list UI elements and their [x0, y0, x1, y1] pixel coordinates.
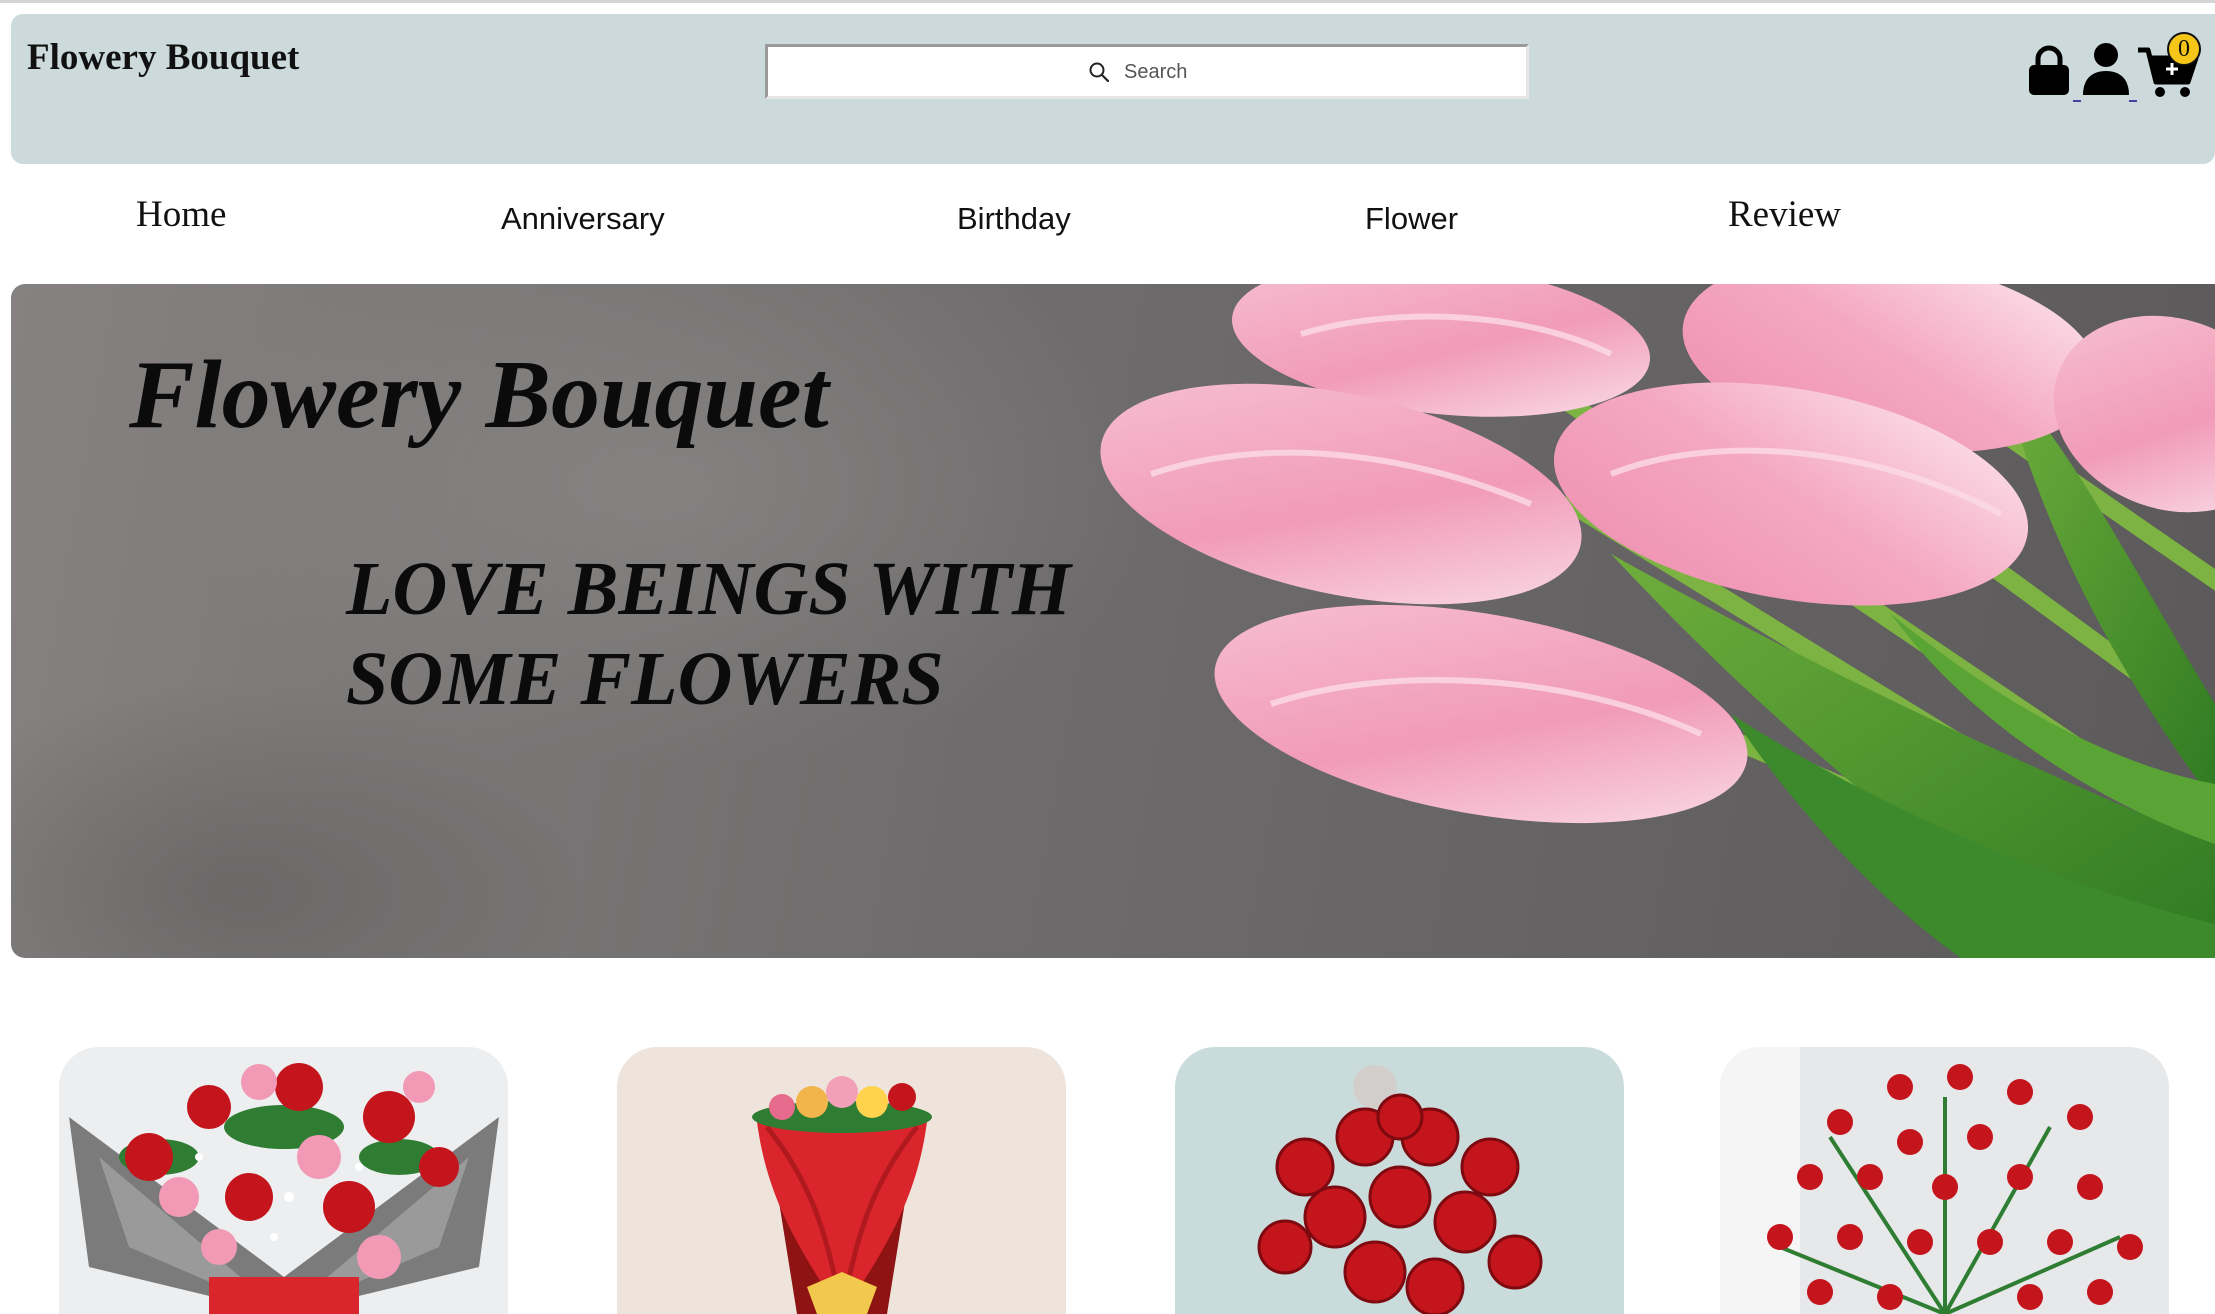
nav-birthday[interactable]: Birthday: [957, 201, 1071, 237]
nav-anniversary[interactable]: Anniversary: [501, 201, 665, 237]
search-input[interactable]: [1124, 57, 1424, 87]
lock-icon[interactable]: [2026, 44, 2072, 96]
brand-logo[interactable]: Flowery Bouquet: [27, 36, 299, 79]
link-underline: [2129, 100, 2137, 102]
product-card-mixed-roses[interactable]: [59, 1047, 508, 1314]
product-card-red-wrap[interactable]: [617, 1047, 1066, 1314]
site-header: Flowery Bouquet 0: [11, 14, 2215, 164]
hero-banner: Flowery Bouquet LOVE BEINGS WITH SOME FL…: [11, 284, 2215, 958]
red-wrapped-bouquet-image: [752, 1076, 932, 1314]
nav-review[interactable]: Review: [1728, 193, 1841, 236]
hero-tagline-line-1: LOVE BEINGS WITH: [346, 547, 1072, 631]
nav-home[interactable]: Home: [136, 193, 226, 236]
product-card-red-roses[interactable]: [1175, 1047, 1624, 1314]
search-box[interactable]: [765, 44, 1529, 99]
nav-flower[interactable]: Flower: [1365, 201, 1458, 237]
cart-count-badge: 0: [2167, 32, 2201, 66]
mixed-rose-bouquet-image: [69, 1063, 499, 1314]
rose-arrangement-image: [1720, 1047, 2143, 1314]
hero-tagline: LOVE BEINGS WITH SOME FLOWERS: [346, 544, 1071, 724]
product-card-rose-arrangement[interactable]: [1720, 1047, 2169, 1314]
hero-title: Flowery Bouquet: [129, 341, 829, 449]
top-border: [0, 0, 2215, 3]
search-icon[interactable]: [1087, 60, 1111, 84]
red-rose-bouquet-image: [1257, 1065, 1543, 1314]
link-underline: [2073, 100, 2081, 102]
hero-tagline-line-2: SOME FLOWERS: [346, 637, 944, 721]
user-icon[interactable]: [2081, 42, 2131, 96]
